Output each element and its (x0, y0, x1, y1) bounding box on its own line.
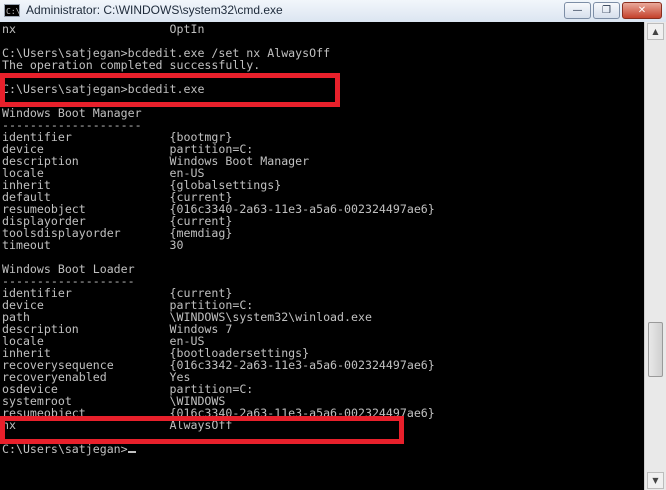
scrollbar-thumb[interactable] (648, 322, 663, 377)
close-button[interactable]: ✕ (622, 2, 662, 19)
cmd-window: C:\ Administrator: C:\WINDOWS\system32\c… (0, 0, 666, 490)
scroll-down-arrow-icon[interactable]: ▼ (647, 472, 664, 489)
console-line: C:\Users\satjegan> (2, 443, 136, 455)
scroll-up-arrow-icon[interactable]: ▲ (647, 23, 664, 40)
window-title: Administrator: C:\WINDOWS\system32\cmd.e… (26, 3, 283, 17)
minimize-button[interactable]: — (564, 2, 591, 19)
window-controls: — ❐ ✕ (562, 2, 662, 20)
console-line: The operation completed successfully. (2, 58, 261, 72)
console-line: C:\Users\satjegan>bcdedit.exe (2, 82, 205, 96)
prompt-text: C:\Users\satjegan> (2, 442, 128, 456)
maximize-button[interactable]: ❐ (593, 2, 620, 19)
text-cursor (127, 451, 136, 453)
title-bar[interactable]: C:\ Administrator: C:\WINDOWS\system32\c… (0, 0, 666, 23)
cmd-app-icon[interactable]: C:\ (4, 4, 20, 17)
vertical-scrollbar[interactable]: ▲ ▼ (644, 22, 666, 490)
console-line: nx AlwaysOff (2, 418, 233, 432)
console-line: timeout 30 (2, 238, 184, 252)
console-output[interactable]: nx OptIn C:\Users\satjegan>bcdedit.exe /s… (0, 22, 644, 490)
console-line: nx OptIn (2, 22, 205, 36)
